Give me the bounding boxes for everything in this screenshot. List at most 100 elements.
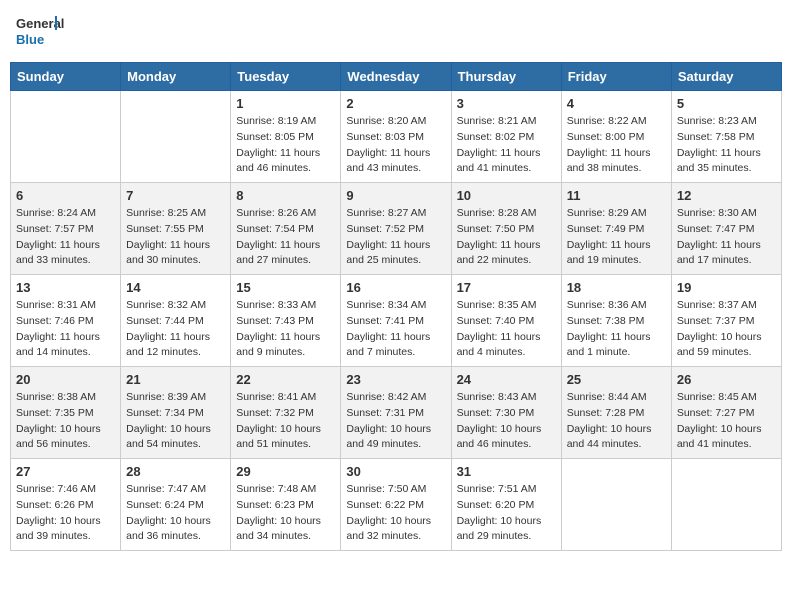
day-number: 10 <box>457 188 556 203</box>
sunset: Sunset: 7:52 PM <box>346 223 424 235</box>
day-number: 29 <box>236 464 335 479</box>
calendar-cell: 27 Sunrise: 7:46 AM Sunset: 6:26 PM Dayl… <box>11 459 121 551</box>
daylight: Daylight: 10 hours and 56 minutes. <box>16 423 101 451</box>
day-info: Sunrise: 7:47 AM Sunset: 6:24 PM Dayligh… <box>126 482 225 545</box>
daylight: Daylight: 11 hours and 19 minutes. <box>567 239 651 267</box>
day-info: Sunrise: 8:43 AM Sunset: 7:30 PM Dayligh… <box>457 390 556 453</box>
day-info: Sunrise: 8:32 AM Sunset: 7:44 PM Dayligh… <box>126 298 225 361</box>
calendar-cell <box>11 91 121 183</box>
sunset: Sunset: 6:22 PM <box>346 499 424 511</box>
sunrise: Sunrise: 8:35 AM <box>457 299 537 311</box>
day-number: 4 <box>567 96 666 111</box>
calendar-cell: 1 Sunrise: 8:19 AM Sunset: 8:05 PM Dayli… <box>231 91 341 183</box>
sunrise: Sunrise: 8:43 AM <box>457 391 537 403</box>
sunrise: Sunrise: 8:28 AM <box>457 207 537 219</box>
day-number: 14 <box>126 280 225 295</box>
sunset: Sunset: 8:00 PM <box>567 131 645 143</box>
sunrise: Sunrise: 8:24 AM <box>16 207 96 219</box>
calendar-cell <box>671 459 781 551</box>
day-number: 15 <box>236 280 335 295</box>
daylight: Daylight: 11 hours and 22 minutes. <box>457 239 541 267</box>
sunset: Sunset: 7:31 PM <box>346 407 424 419</box>
sunrise: Sunrise: 8:22 AM <box>567 115 647 127</box>
sunrise: Sunrise: 8:21 AM <box>457 115 537 127</box>
calendar-cell: 6 Sunrise: 8:24 AM Sunset: 7:57 PM Dayli… <box>11 183 121 275</box>
sunset: Sunset: 7:30 PM <box>457 407 535 419</box>
day-number: 27 <box>16 464 115 479</box>
day-number: 19 <box>677 280 776 295</box>
sunset: Sunset: 7:38 PM <box>567 315 645 327</box>
calendar-cell: 3 Sunrise: 8:21 AM Sunset: 8:02 PM Dayli… <box>451 91 561 183</box>
daylight: Daylight: 11 hours and 4 minutes. <box>457 331 541 359</box>
weekday-header-cell: Saturday <box>671 63 781 91</box>
daylight: Daylight: 10 hours and 44 minutes. <box>567 423 652 451</box>
calendar-week-row: 13 Sunrise: 8:31 AM Sunset: 7:46 PM Dayl… <box>11 275 782 367</box>
sunrise: Sunrise: 7:50 AM <box>346 483 426 495</box>
sunset: Sunset: 7:37 PM <box>677 315 755 327</box>
day-info: Sunrise: 7:48 AM Sunset: 6:23 PM Dayligh… <box>236 482 335 545</box>
day-number: 13 <box>16 280 115 295</box>
sunrise: Sunrise: 8:19 AM <box>236 115 316 127</box>
sunset: Sunset: 7:44 PM <box>126 315 204 327</box>
calendar-cell: 14 Sunrise: 8:32 AM Sunset: 7:44 PM Dayl… <box>121 275 231 367</box>
sunrise: Sunrise: 7:46 AM <box>16 483 96 495</box>
day-info: Sunrise: 8:38 AM Sunset: 7:35 PM Dayligh… <box>16 390 115 453</box>
calendar-cell: 13 Sunrise: 8:31 AM Sunset: 7:46 PM Dayl… <box>11 275 121 367</box>
calendar-cell: 18 Sunrise: 8:36 AM Sunset: 7:38 PM Dayl… <box>561 275 671 367</box>
sunrise: Sunrise: 8:20 AM <box>346 115 426 127</box>
sunrise: Sunrise: 8:27 AM <box>346 207 426 219</box>
weekday-header-cell: Thursday <box>451 63 561 91</box>
day-info: Sunrise: 8:22 AM Sunset: 8:00 PM Dayligh… <box>567 114 666 177</box>
calendar-cell: 20 Sunrise: 8:38 AM Sunset: 7:35 PM Dayl… <box>11 367 121 459</box>
day-number: 30 <box>346 464 445 479</box>
day-info: Sunrise: 8:39 AM Sunset: 7:34 PM Dayligh… <box>126 390 225 453</box>
sunrise: Sunrise: 8:41 AM <box>236 391 316 403</box>
daylight: Daylight: 11 hours and 33 minutes. <box>16 239 100 267</box>
day-number: 8 <box>236 188 335 203</box>
weekday-header-cell: Monday <box>121 63 231 91</box>
calendar-cell: 25 Sunrise: 8:44 AM Sunset: 7:28 PM Dayl… <box>561 367 671 459</box>
sunrise: Sunrise: 7:48 AM <box>236 483 316 495</box>
daylight: Daylight: 10 hours and 54 minutes. <box>126 423 211 451</box>
sunrise: Sunrise: 8:39 AM <box>126 391 206 403</box>
day-number: 24 <box>457 372 556 387</box>
calendar-cell: 7 Sunrise: 8:25 AM Sunset: 7:55 PM Dayli… <box>121 183 231 275</box>
day-info: Sunrise: 8:34 AM Sunset: 7:41 PM Dayligh… <box>346 298 445 361</box>
calendar-cell: 15 Sunrise: 8:33 AM Sunset: 7:43 PM Dayl… <box>231 275 341 367</box>
day-number: 20 <box>16 372 115 387</box>
sunset: Sunset: 6:20 PM <box>457 499 535 511</box>
daylight: Daylight: 10 hours and 29 minutes. <box>457 515 542 543</box>
sunrise: Sunrise: 8:36 AM <box>567 299 647 311</box>
sunset: Sunset: 7:43 PM <box>236 315 314 327</box>
daylight: Daylight: 11 hours and 43 minutes. <box>346 147 430 175</box>
day-number: 17 <box>457 280 556 295</box>
calendar-week-row: 27 Sunrise: 7:46 AM Sunset: 6:26 PM Dayl… <box>11 459 782 551</box>
sunset: Sunset: 7:55 PM <box>126 223 204 235</box>
day-info: Sunrise: 7:46 AM Sunset: 6:26 PM Dayligh… <box>16 482 115 545</box>
sunrise: Sunrise: 8:38 AM <box>16 391 96 403</box>
sunset: Sunset: 6:23 PM <box>236 499 314 511</box>
day-info: Sunrise: 8:26 AM Sunset: 7:54 PM Dayligh… <box>236 206 335 269</box>
sunrise: Sunrise: 8:37 AM <box>677 299 757 311</box>
day-number: 21 <box>126 372 225 387</box>
day-number: 1 <box>236 96 335 111</box>
daylight: Daylight: 11 hours and 25 minutes. <box>346 239 430 267</box>
sunset: Sunset: 6:26 PM <box>16 499 94 511</box>
sunrise: Sunrise: 7:47 AM <box>126 483 206 495</box>
day-number: 12 <box>677 188 776 203</box>
sunrise: Sunrise: 8:23 AM <box>677 115 757 127</box>
sunrise: Sunrise: 8:25 AM <box>126 207 206 219</box>
day-info: Sunrise: 8:31 AM Sunset: 7:46 PM Dayligh… <box>16 298 115 361</box>
daylight: Daylight: 11 hours and 17 minutes. <box>677 239 761 267</box>
day-number: 18 <box>567 280 666 295</box>
day-number: 25 <box>567 372 666 387</box>
daylight: Daylight: 10 hours and 39 minutes. <box>16 515 101 543</box>
sunset: Sunset: 7:40 PM <box>457 315 535 327</box>
calendar-table: SundayMondayTuesdayWednesdayThursdayFrid… <box>10 62 782 551</box>
day-number: 7 <box>126 188 225 203</box>
sunset: Sunset: 7:32 PM <box>236 407 314 419</box>
calendar-cell: 8 Sunrise: 8:26 AM Sunset: 7:54 PM Dayli… <box>231 183 341 275</box>
day-number: 6 <box>16 188 115 203</box>
day-info: Sunrise: 8:42 AM Sunset: 7:31 PM Dayligh… <box>346 390 445 453</box>
day-number: 22 <box>236 372 335 387</box>
